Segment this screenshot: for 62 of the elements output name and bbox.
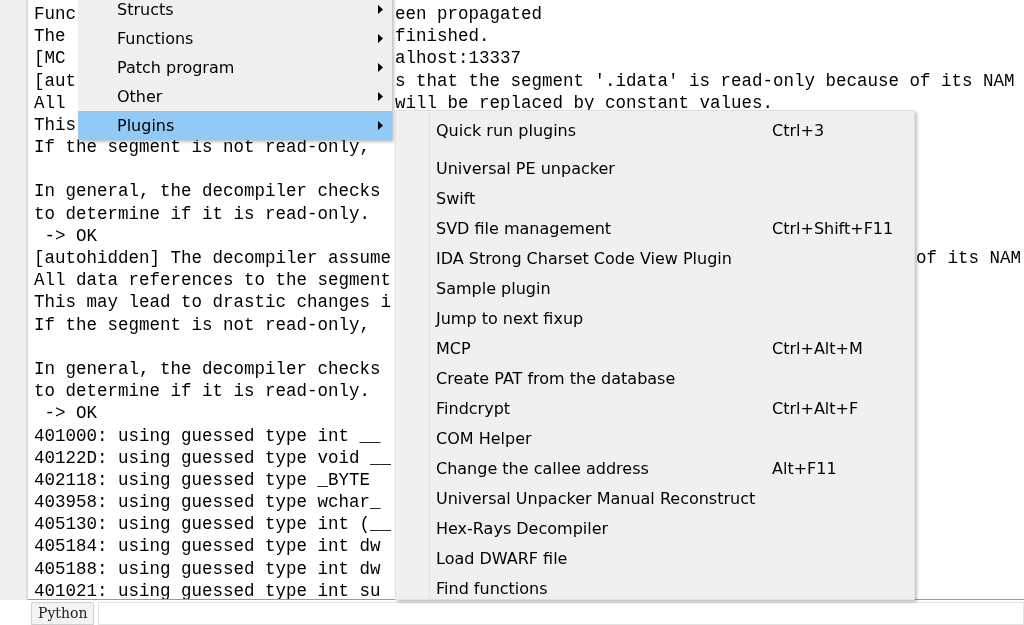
menu-item[interactable]: Sample plugin: [396, 274, 914, 304]
command-input[interactable]: [98, 602, 1024, 625]
log-line: 40122D: using guessed type void __: [34, 446, 392, 470]
log-line: 405184: using guessed type int dw: [34, 535, 381, 559]
log-line: This: [34, 113, 76, 137]
log-line: to determine if it is read-only.: [34, 380, 371, 404]
menu-item[interactable]: Find functions: [396, 574, 914, 604]
log-line: to determine if it is read-only.: [34, 202, 371, 226]
log-line: [aut: [34, 70, 76, 91]
log-line: finished.: [395, 25, 490, 49]
log-line: alhost:13337: [395, 47, 522, 71]
log-line: 401021: using guessed type int su: [34, 579, 381, 599]
menu-item[interactable]: Functions: [78, 24, 392, 53]
menu-item[interactable]: Hex-Rays Decompiler: [396, 514, 914, 544]
menu-item[interactable]: Create PAT from the database: [396, 364, 914, 394]
submenu-arrow-icon: [378, 92, 383, 101]
submenu-arrow-icon: [378, 5, 383, 14]
language-button[interactable]: Python: [31, 602, 95, 625]
menu-item[interactable]: COM Helper: [396, 424, 914, 454]
shortcut-label: Ctrl+3: [772, 120, 825, 142]
log-line: All: [34, 92, 66, 113]
log-line: -> OK: [43, 402, 97, 426]
shortcut-label: Alt+F11: [772, 458, 837, 480]
menu-item[interactable]: Change the callee address Alt+F11: [396, 454, 914, 484]
submenu-arrow-icon: [378, 63, 383, 72]
shortcut-label: Ctrl+Alt+F: [772, 398, 859, 420]
submenu-arrow-icon: [378, 121, 383, 130]
menu-item[interactable]: Structs: [78, 0, 392, 24]
log-line: In general, the decompiler checks: [34, 357, 381, 381]
log-line: 403958: using guessed type wchar_: [34, 491, 381, 515]
log-line: In general, the decompiler checks: [34, 180, 381, 204]
menu-item[interactable]: Universal PE unpacker: [396, 154, 914, 184]
log-line: [autohidden] The decompiler assume: [34, 248, 392, 269]
shortcut-label: Ctrl+Alt+M: [772, 338, 863, 360]
log-line: Func: [34, 3, 76, 24]
menu-item[interactable]: Swift: [396, 184, 914, 214]
log-line: 402118: using guessed type _BYTE: [34, 468, 371, 492]
menu-item[interactable]: Load DWARF file: [396, 544, 914, 574]
menu-item[interactable]: Findcrypt Ctrl+Alt+F: [396, 394, 914, 424]
log-line: [MC: [34, 48, 66, 69]
menu-item[interactable]: Universal Unpacker Manual Reconstruct: [396, 484, 914, 514]
log-line: -> OK: [43, 224, 97, 248]
log-line: 405188: using guessed type int dw: [34, 557, 381, 581]
menu-item[interactable]: Other: [78, 82, 392, 111]
menu-item[interactable]: MCP Ctrl+Alt+M: [396, 334, 914, 364]
log-line: If the segment is not read-only,: [34, 313, 371, 337]
log-line: All data references to the segment: [34, 269, 392, 293]
log-line: of its NAM: [916, 247, 1022, 271]
menu-item[interactable]: Patch program: [78, 53, 392, 82]
menu-item[interactable]: Quick run plugins Ctrl+3: [396, 116, 914, 146]
menu-item[interactable]: Plugins: [78, 111, 392, 140]
log-line: 401000: using guessed type int __: [34, 424, 381, 448]
log-line: s that the segment '.idata' is read-only because of its NAM: [395, 69, 1015, 93]
submenu-arrow-icon: [378, 34, 383, 43]
shortcut-label: Ctrl+Shift+F11: [772, 218, 894, 240]
log-line: This may lead to drastic changes i: [34, 291, 392, 315]
menu-item[interactable]: SVD file management Ctrl+Shift+F11: [396, 214, 914, 244]
menu-item[interactable]: Jump to next fixup: [396, 304, 914, 334]
log-line: een propagated: [395, 2, 543, 26]
log-line: The: [34, 26, 66, 47]
log-line: 405130: using guessed type int (__: [34, 513, 392, 537]
menu-item[interactable]: IDA Strong Charset Code View Plugin: [396, 244, 914, 274]
